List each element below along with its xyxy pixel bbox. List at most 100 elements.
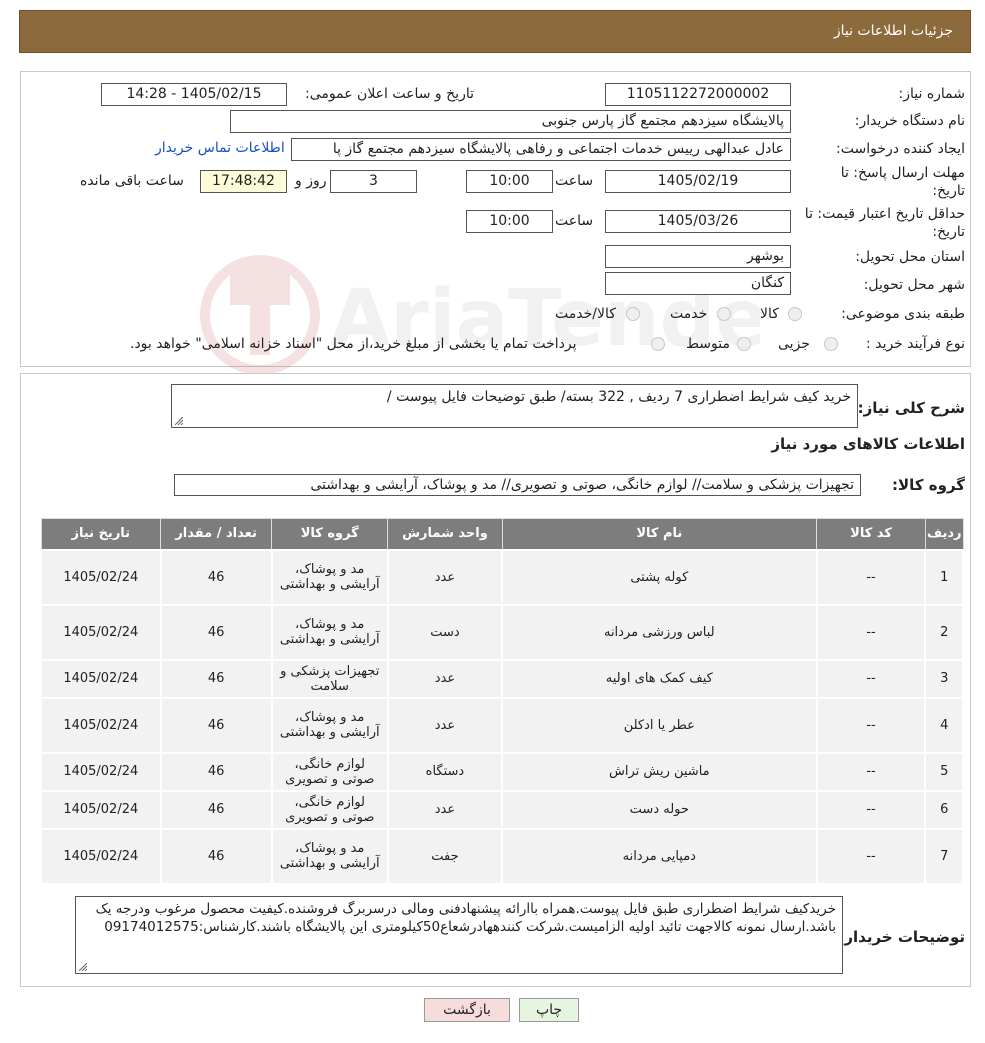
cell-code: -- [815, 548, 927, 606]
summary-label: شرح کلی نیاز: [857, 399, 965, 417]
province-field[interactable]: بوشهر [605, 245, 791, 268]
cell-name: حوله دست [501, 789, 818, 830]
buyer-label: نام دستگاه خریدار: [854, 113, 965, 129]
deadline-time-field[interactable]: 10:00 [466, 170, 553, 193]
table-header-row: ردیف کد کالا نام کالا واحد شمارش گروه کا… [40, 518, 964, 550]
days-count-field[interactable]: 3 [330, 170, 417, 193]
cell-date: 1405/02/24 [40, 827, 162, 885]
back-button[interactable]: بازگشت [424, 998, 510, 1022]
cell-date: 1405/02/24 [40, 751, 162, 792]
cell-unit: دست [386, 603, 504, 661]
resize-handle-icon[interactable] [175, 417, 183, 425]
cell-row: 3 [924, 658, 964, 699]
cell-code: -- [815, 658, 927, 699]
page-title: جزئیات اطلاعات نیاز [833, 23, 953, 39]
cell-date: 1405/02/24 [40, 696, 162, 754]
buyer-notes-text: خریدکیف شرایط اضطراری طبق فایل پیوست.همر… [95, 901, 836, 935]
cell-group: مد و پوشاک، آرایشی و بهداشتی [270, 827, 389, 885]
table-row: 2 -- لباس ورزشی مردانه دست مد و پوشاک، آ… [40, 603, 964, 661]
cell-row: 5 [924, 751, 964, 792]
goods-section-title: اطلاعات کالاهای مورد نیاز [771, 435, 965, 453]
cell-row: 6 [924, 789, 964, 830]
remaining-label: ساعت باقی مانده [80, 173, 184, 189]
process-option-minor: جزیی [778, 336, 810, 352]
table-row: 7 -- دمپایی مردانه جفت مد و پوشاک، آرایش… [40, 827, 964, 885]
goods-table: ردیف کد کالا نام کالا واحد شمارش گروه کا… [40, 518, 964, 885]
buyer-notes-textarea[interactable]: خریدکیف شرایط اضطراری طبق فایل پیوست.همر… [75, 896, 843, 974]
cell-row: 4 [924, 696, 964, 754]
table-row: 1 -- کوله پشتی عدد مد و پوشاک، آرایشی و … [40, 548, 964, 606]
deadline-label: مهلت ارسال پاسخ: تا [840, 165, 965, 181]
creator-label: ایجاد کننده درخواست: [836, 141, 965, 157]
cell-row: 1 [924, 548, 964, 606]
cell-name: عطر یا ادکلن [501, 696, 818, 754]
cell-group: لوازم خانگی، صوتی و تصویری [270, 789, 389, 830]
col-header-date: تاریخ نیاز [40, 518, 162, 550]
cell-code: -- [815, 827, 927, 885]
buyer-contact-link[interactable]: اطلاعات تماس خریدار [155, 140, 285, 156]
province-label: استان محل تحویل: [855, 249, 965, 265]
category-label: طبقه بندی موضوعی: [841, 306, 965, 322]
summary-text: خرید کیف شرایط اضطراری 7 ردیف , 322 بسته… [386, 389, 851, 405]
cell-qty: 46 [159, 789, 273, 830]
need-number-label: شماره نیاز: [898, 86, 966, 102]
resize-handle-icon[interactable] [79, 963, 87, 971]
cell-group: مد و پوشاک، آرایشی و بهداشتی [270, 548, 389, 606]
cell-date: 1405/02/24 [40, 548, 162, 606]
cell-row: 7 [924, 827, 964, 885]
category-radio-goods[interactable] [788, 307, 802, 321]
days-label: روز و [295, 173, 327, 189]
cell-group: مد و پوشاک، آرایشی و بهداشتی [270, 696, 389, 754]
city-label: شهر محل تحویل: [863, 277, 965, 293]
buyer-notes-label: توضیحات خریدار: [838, 928, 965, 946]
deadline-date-field[interactable]: 1405/02/19 [605, 170, 791, 193]
deadline-label-date: تاریخ: [932, 183, 965, 199]
process-label: نوع فرآیند خرید : [866, 336, 965, 352]
table-row: 3 -- کیف کمک های اولیه عدد تجهیزات پزشکی… [40, 658, 964, 699]
category-radio-both[interactable] [626, 307, 640, 321]
process-note: پرداخت تمام یا بخشی از مبلغ خرید،از محل … [130, 336, 577, 352]
deadline-time-label: ساعت [555, 173, 594, 189]
col-header-unit: واحد شمارش [387, 518, 503, 550]
cell-date: 1405/02/24 [40, 658, 162, 699]
page-header: جزئیات اطلاعات نیاز [19, 10, 971, 53]
process-option-medium: متوسط [686, 336, 730, 352]
cell-unit: عدد [386, 789, 504, 830]
col-header-qty: تعداد / مقدار [160, 518, 273, 550]
announce-datetime-field[interactable]: 1405/02/15 - 14:28 [101, 83, 287, 106]
process-radio-minor[interactable] [824, 337, 838, 351]
cell-qty: 46 [159, 548, 273, 606]
cell-code: -- [815, 789, 927, 830]
category-option-service: خدمت [670, 306, 708, 322]
cell-name: لباس ورزشی مردانه [501, 603, 818, 661]
cell-name: ماشین ریش تراش [501, 751, 818, 792]
summary-textarea[interactable]: خرید کیف شرایط اضطراری 7 ردیف , 322 بسته… [171, 384, 858, 428]
process-radio-medium[interactable] [737, 337, 751, 351]
validity-time-field[interactable]: 10:00 [466, 210, 553, 233]
cell-unit: عدد [386, 658, 504, 699]
goods-group-field[interactable]: تجهیزات پزشکی و سلامت// لوازم خانگی، صوت… [174, 474, 861, 496]
cell-name: کوله پشتی [501, 548, 818, 606]
creator-field[interactable]: عادل عبدالهی رییس خدمات اجتماعی و رفاهی … [291, 138, 791, 161]
col-header-row: ردیف [924, 518, 964, 550]
category-radio-service[interactable] [717, 307, 731, 321]
cell-qty: 46 [159, 751, 273, 792]
treasury-checkbox[interactable] [651, 337, 665, 351]
cell-unit: عدد [386, 696, 504, 754]
cell-unit: عدد [386, 548, 504, 606]
cell-group: لوازم خانگی، صوتی و تصویری [270, 751, 389, 792]
cell-name: دمپایی مردانه [501, 827, 818, 885]
table-row: 6 -- حوله دست عدد لوازم خانگی، صوتی و تص… [40, 789, 964, 830]
cell-date: 1405/02/24 [40, 603, 162, 661]
cell-qty: 46 [159, 603, 273, 661]
category-option-goods: کالا [760, 306, 779, 322]
print-button[interactable]: چاپ [519, 998, 579, 1022]
city-field[interactable]: کنگان [605, 272, 791, 295]
announce-label: تاریخ و ساعت اعلان عمومی: [305, 86, 474, 102]
buyer-field[interactable]: پالایشگاه سیزدهم مجتمع گاز پارس جنوبی [230, 110, 791, 133]
need-number-field[interactable]: 1105112272000002 [605, 83, 791, 106]
cell-code: -- [815, 696, 927, 754]
validity-date-field[interactable]: 1405/03/26 [605, 210, 791, 233]
validity-label: حداقل تاریخ اعتبار قیمت: تا [804, 206, 965, 222]
cell-qty: 46 [159, 696, 273, 754]
